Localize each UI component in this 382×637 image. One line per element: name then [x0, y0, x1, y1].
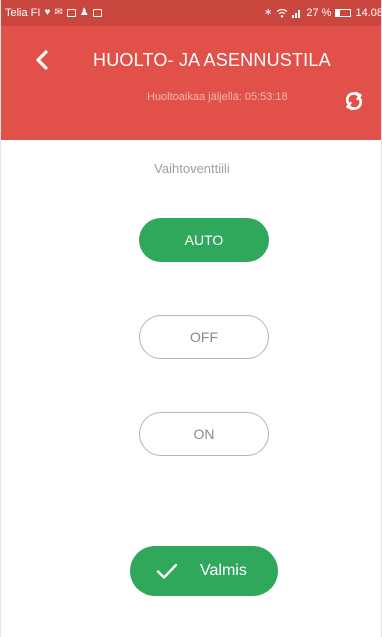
done-button[interactable]: Valmis: [130, 546, 278, 596]
valve-section-label: Vaihtoventtiili: [154, 161, 230, 176]
signal-icon: [292, 10, 301, 18]
refresh-icon: [345, 91, 363, 111]
refresh-button[interactable]: [341, 88, 367, 114]
battery-icon: [335, 9, 352, 17]
carrier-label: Telia FI: [5, 7, 41, 19]
app-screen: Telia FI ♥ ✉ ♟ ∗ 27 % 14.08 HUOLTO- JA A…: [0, 0, 382, 637]
bluetooth-icon: ∗: [264, 7, 273, 18]
option-auto-label: AUTO: [184, 232, 224, 248]
mail-icon: ✉: [54, 7, 63, 18]
status-bar: Telia FI ♥ ✉ ♟ ∗ 27 % 14.08: [1, 0, 382, 26]
option-on-button[interactable]: ON: [139, 412, 269, 456]
status-bar-right: ∗ 27 % 14.08: [264, 0, 382, 26]
heart-icon: ♥: [44, 7, 51, 18]
battery-percent: 27 %: [306, 7, 332, 19]
person-icon: ♟: [79, 7, 89, 18]
done-label: Valmis: [200, 562, 247, 579]
clock: 14.08: [355, 7, 382, 19]
option-off-button[interactable]: OFF: [139, 315, 269, 359]
option-off-label: OFF: [190, 329, 218, 345]
back-button[interactable]: [31, 48, 53, 72]
image-icon: [92, 9, 102, 17]
service-time-remaining: Huoltoaikaa jäljellä: 05:53:18: [147, 91, 288, 103]
facebook-icon: [66, 9, 76, 17]
page-title: HUOLTO- JA ASENNUSTILA: [93, 50, 331, 70]
status-bar-left: Telia FI ♥ ✉ ♟: [5, 0, 102, 26]
option-auto-button[interactable]: AUTO: [139, 218, 269, 262]
chevron-left-icon: [36, 50, 48, 70]
wifi-icon: [277, 8, 288, 18]
option-on-label: ON: [193, 426, 215, 442]
checkmark-icon: [156, 560, 178, 582]
app-header: HUOLTO- JA ASENNUSTILA Huoltoaikaa jälje…: [1, 26, 381, 140]
